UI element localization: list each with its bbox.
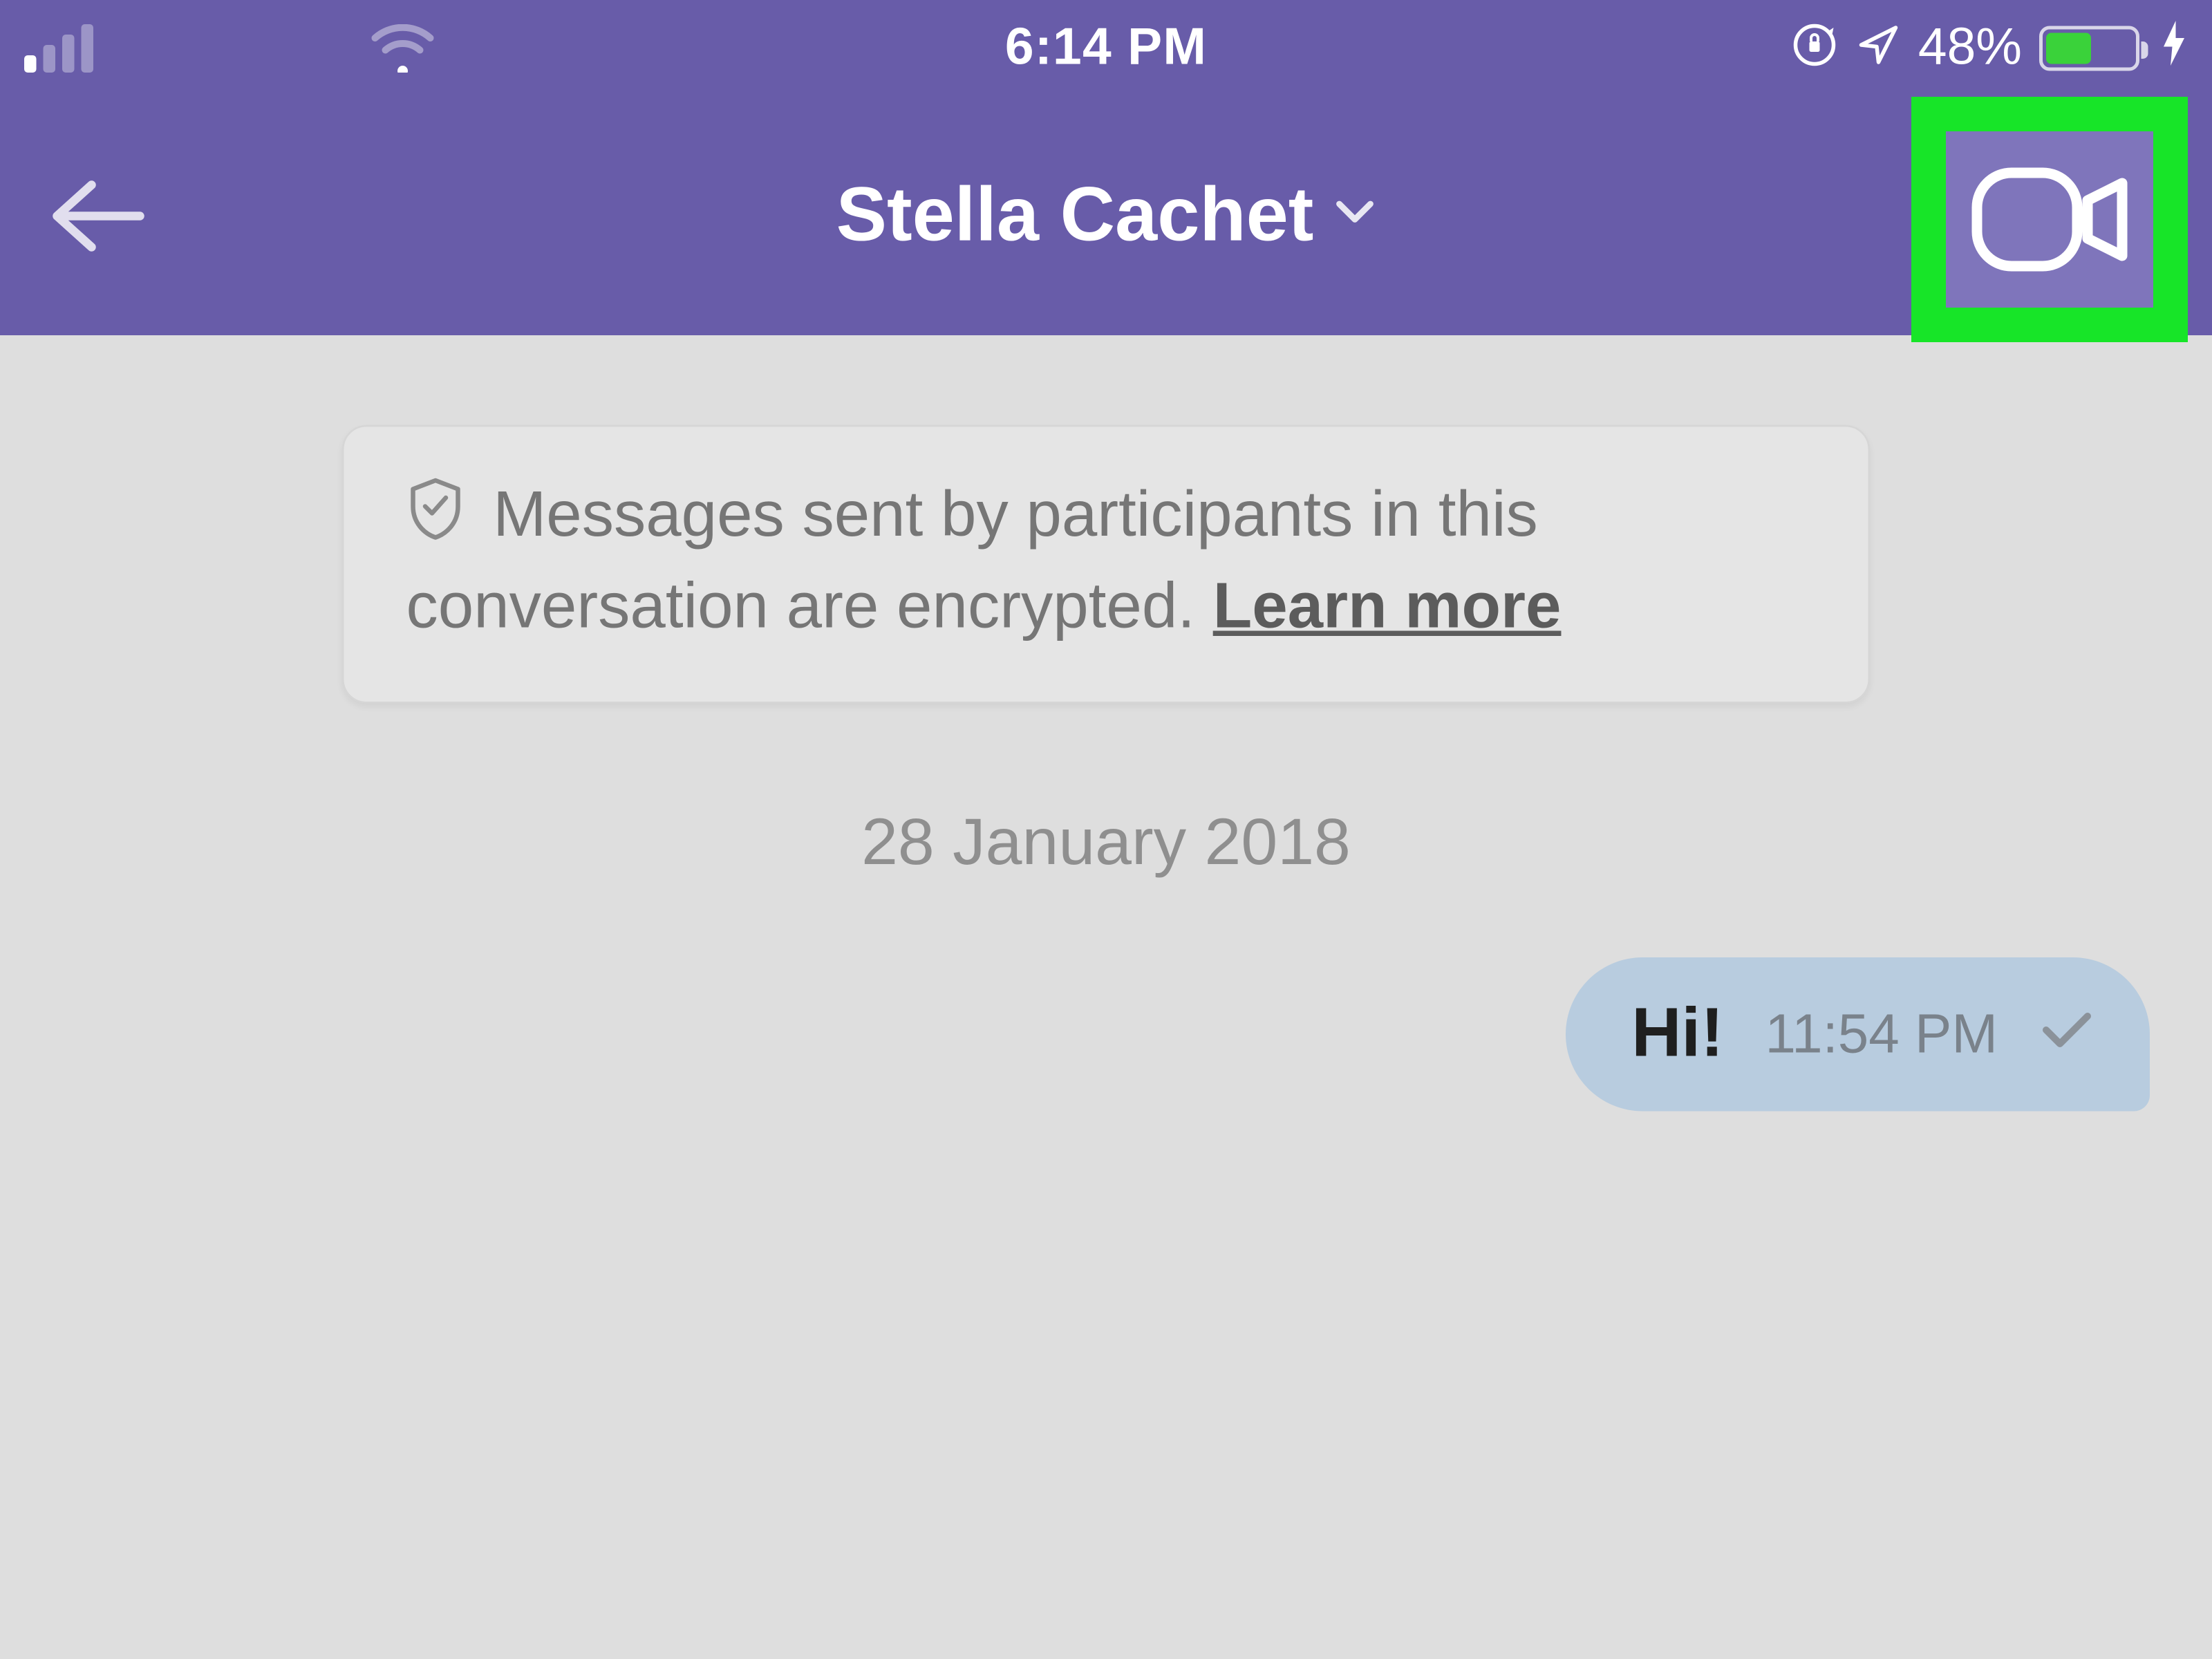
chevron-down-icon	[1334, 198, 1376, 234]
back-button[interactable]	[38, 158, 156, 275]
contact-title[interactable]: Stella Cachet	[0, 173, 2212, 259]
orientation-lock-icon	[1790, 20, 1839, 77]
battery-percent: 48%	[1918, 19, 2022, 78]
encryption-banner: Messages sent by participants in this co…	[342, 425, 1870, 703]
video-call-button[interactable]	[1939, 128, 2160, 311]
location-icon	[1856, 21, 1901, 75]
date-separator: 28 January 2018	[0, 807, 2212, 881]
battery-icon	[2039, 26, 2139, 71]
shield-icon	[406, 484, 483, 555]
sent-message-bubble[interactable]: Hi! 11:54 PM	[1566, 957, 2150, 1112]
message-text: Hi!	[1631, 995, 1723, 1074]
chat-header: Stella Cachet	[0, 97, 2212, 335]
chat-area[interactable]: Messages sent by participants in this co…	[0, 335, 2212, 1659]
charging-icon	[2160, 18, 2188, 79]
message-row: Hi! 11:54 PM	[0, 957, 2212, 1112]
wifi-icon	[370, 24, 435, 73]
contact-name: Stella Cachet	[836, 173, 1314, 259]
message-time: 11:54 PM	[1765, 1002, 1998, 1067]
learn-more-link[interactable]: Learn more	[1213, 570, 1562, 641]
status-bar: 6:14 PM 48%	[0, 0, 2212, 97]
video-camera-icon	[1967, 159, 2133, 280]
cellular-signal-icon	[24, 24, 93, 73]
back-arrow-icon	[44, 175, 151, 258]
delivered-check-icon	[2039, 1009, 2094, 1060]
